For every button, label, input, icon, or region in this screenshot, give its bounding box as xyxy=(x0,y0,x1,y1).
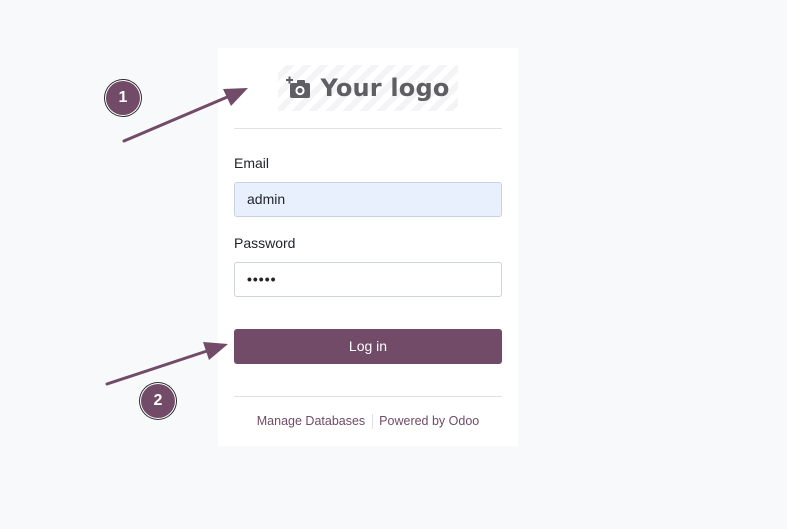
annotation-marker-2: 2 xyxy=(141,384,175,418)
manage-databases-link[interactable]: Manage Databases xyxy=(257,414,365,428)
annotation-marker-1: 1 xyxy=(106,81,140,115)
camera-plus-icon xyxy=(286,76,311,98)
password-label: Password xyxy=(234,235,296,251)
footer-divider xyxy=(234,396,502,397)
email-label: Email xyxy=(234,155,270,171)
login-button[interactable]: Log in xyxy=(234,329,502,364)
password-field[interactable]: ••••• xyxy=(234,262,502,297)
logo-text: Your logo xyxy=(320,74,450,102)
annotation-arrow-2 xyxy=(105,348,212,386)
footer-separator xyxy=(372,414,374,430)
footer-links: Manage Databases Powered by Odoo xyxy=(218,414,518,430)
email-field[interactable]: admin xyxy=(234,182,502,217)
annotation-arrow-1 xyxy=(122,93,234,143)
powered-by-odoo-link[interactable]: Powered by Odoo xyxy=(379,414,479,428)
header-divider xyxy=(234,128,502,129)
login-card: Your logo Email admin Password ••••• Log… xyxy=(218,48,518,446)
logo-placeholder[interactable]: Your logo xyxy=(278,65,458,111)
